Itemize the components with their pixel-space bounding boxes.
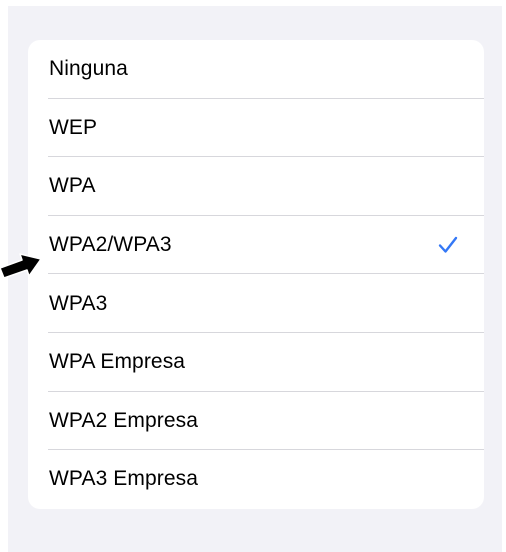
security-options-list: Ninguna WEP WPA WPA2/WPA3 WPA3 WPA Empre…: [28, 40, 484, 509]
option-label: WPA: [49, 174, 96, 198]
option-label: WPA2/WPA3: [49, 233, 172, 257]
option-label: Ninguna: [49, 57, 128, 81]
arrow-right-icon: [0, 253, 42, 279]
option-wpa3-empresa[interactable]: WPA3 Empresa: [28, 450, 484, 509]
checkmark-icon: [438, 236, 458, 253]
option-label: WPA2 Empresa: [49, 408, 199, 432]
option-label: WPA3 Empresa: [49, 467, 199, 491]
option-ninguna[interactable]: Ninguna: [28, 40, 484, 99]
option-wpa[interactable]: WPA: [28, 157, 484, 216]
option-label: WEP: [49, 115, 98, 139]
option-wep[interactable]: WEP: [28, 99, 484, 158]
option-wpa2-empresa[interactable]: WPA2 Empresa: [28, 392, 484, 451]
option-wpa2-wpa3[interactable]: WPA2/WPA3: [28, 216, 484, 275]
option-label: WPA Empresa: [49, 350, 186, 374]
option-wpa3[interactable]: WPA3: [28, 274, 484, 333]
option-wpa-empresa[interactable]: WPA Empresa: [28, 333, 484, 392]
option-label: WPA3: [49, 291, 108, 315]
